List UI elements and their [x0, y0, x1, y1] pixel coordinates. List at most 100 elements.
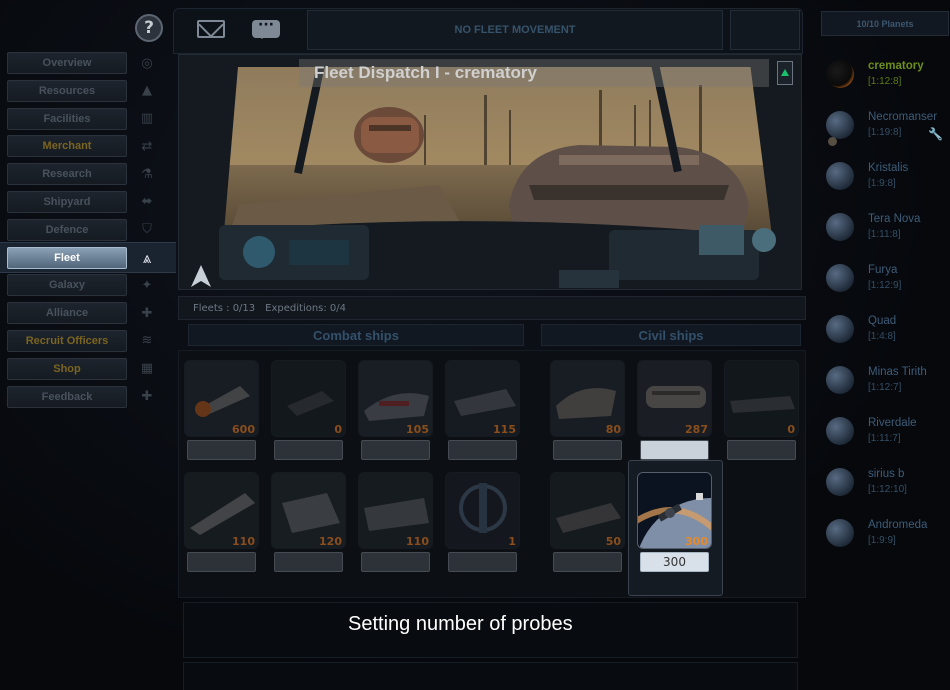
planet-name[interactable]: Necromanser	[868, 111, 937, 123]
ship-small-cargo[interactable]: 80	[550, 360, 625, 466]
fleet-movement-status[interactable]: NO FLEET MOVEMENT	[307, 10, 723, 50]
menu-item-feedback[interactable]: Feedback ✚	[0, 385, 175, 408]
feedback-icon[interactable]: ✚	[135, 386, 159, 408]
ship-quantity-input[interactable]	[448, 440, 517, 460]
planet-icon[interactable]	[826, 315, 854, 343]
planet-item-crematory[interactable]: crematory [1:12:8]	[816, 50, 950, 101]
trade-icon[interactable]: ⇄	[135, 135, 159, 157]
menu-label[interactable]: Shop	[7, 357, 127, 380]
ship-recycler[interactable]: 50	[550, 472, 625, 578]
menu-label[interactable]: Research	[7, 163, 127, 186]
planet-item-kristalis[interactable]: Kristalis [1:9:8]	[816, 152, 950, 203]
planet-icon[interactable]	[826, 162, 854, 190]
planet-icon[interactable]	[826, 213, 854, 241]
shop-icon[interactable]: ▦	[135, 358, 159, 380]
mine-icon[interactable]: ▲	[135, 80, 159, 102]
menu-label[interactable]: Defence	[7, 218, 127, 241]
envelope-icon[interactable]	[197, 20, 225, 38]
menu-item-facilities[interactable]: Facilities ▥	[0, 107, 175, 130]
planet-name[interactable]: Minas Tirith	[868, 366, 927, 378]
menu-item-overview[interactable]: Overview ◎	[0, 52, 175, 74]
menu-label[interactable]: Resources	[7, 79, 127, 102]
planet-icon[interactable]	[826, 417, 854, 445]
planet-name[interactable]: Furya	[868, 264, 897, 276]
moon-icon[interactable]	[828, 137, 837, 146]
ship-quantity-input[interactable]	[727, 440, 796, 460]
chat-bubble-icon[interactable]: ···	[252, 18, 280, 39]
planet-item-minas-tirith[interactable]: Minas Tirith [1:12:7]	[816, 356, 950, 407]
ship-deathstar[interactable]: 1	[445, 472, 520, 578]
planet-icon[interactable]	[826, 264, 854, 292]
shipyard-icon[interactable]: ⬌	[135, 191, 159, 213]
ship-bomber[interactable]: 120	[271, 472, 346, 578]
menu-label[interactable]: Merchant	[7, 135, 127, 158]
collapse-toggle-icon[interactable]	[777, 61, 793, 85]
ship-cruiser[interactable]: 105	[358, 360, 433, 466]
planet-icon[interactable]	[826, 468, 854, 496]
ship-quantity-input[interactable]	[361, 552, 430, 572]
probe-quantity-input[interactable]: 300	[640, 552, 709, 572]
planet-icon[interactable]	[826, 60, 854, 88]
planet-item-riverdale[interactable]: Riverdale [1:11:7]	[816, 407, 950, 458]
menu-item-shop[interactable]: Shop ▦	[0, 357, 175, 380]
ship-quantity-input[interactable]	[640, 440, 709, 460]
flask-icon[interactable]: ⚗	[135, 163, 159, 185]
ship-quantity-input[interactable]	[274, 440, 343, 460]
fleet-icon[interactable]: ⩓	[135, 247, 159, 269]
planet-item-sirius-b[interactable]: sirius b [1:12:10]	[816, 458, 950, 509]
planet-item-furya[interactable]: Furya [1:12:9]	[816, 254, 950, 305]
menu-label[interactable]: Feedback	[7, 385, 127, 408]
help-button[interactable]: ?	[135, 14, 163, 42]
ship-quantity-input[interactable]	[553, 440, 622, 460]
planet-item-necromanser[interactable]: Necromanser [1:19:8] 🔧	[816, 101, 950, 152]
ship-colony-ship[interactable]: 0	[724, 360, 799, 466]
menu-label[interactable]: Fleet	[7, 246, 127, 269]
menu-item-alliance[interactable]: Alliance ✚	[0, 302, 175, 325]
menu-label[interactable]: Shipyard	[7, 190, 127, 213]
menu-item-defence[interactable]: Defence ⛉	[0, 218, 175, 241]
ship-quantity-input[interactable]	[553, 552, 622, 572]
planet-name[interactable]: crematory	[868, 60, 924, 72]
menu-label[interactable]: Alliance	[7, 302, 127, 325]
menu-item-fleet[interactable]: Fleet ⩓	[0, 241, 176, 273]
planet-name[interactable]: Riverdale	[868, 417, 917, 429]
menu-label[interactable]: Recruit Officers	[7, 329, 127, 352]
menu-label[interactable]: Overview	[7, 52, 127, 74]
planet-name[interactable]: Tera Nova	[868, 213, 920, 225]
menu-label[interactable]: Galaxy	[7, 274, 127, 297]
alliance-icon[interactable]: ✚	[135, 302, 159, 324]
menu-item-galaxy[interactable]: Galaxy ✦	[0, 274, 175, 297]
planet-item-tera-nova[interactable]: Tera Nova [1:11:8]	[816, 203, 950, 254]
ship-battlecruiser[interactable]: 110	[184, 472, 259, 578]
menu-label[interactable]: Facilities	[7, 107, 127, 130]
ship-quantity-input[interactable]	[361, 440, 430, 460]
planet-name[interactable]: Kristalis	[868, 162, 908, 174]
galaxy-icon[interactable]: ✦	[135, 274, 159, 296]
planet-icon[interactable]	[826, 111, 854, 139]
ship-light-fighter[interactable]: 600	[184, 360, 259, 466]
menu-item-resources[interactable]: Resources ▲	[0, 79, 175, 102]
menu-item-recruit-officers[interactable]: Recruit Officers ≋	[0, 329, 175, 352]
ship-large-cargo[interactable]: 287	[637, 360, 712, 466]
officers-icon[interactable]: ≋	[135, 330, 159, 352]
ship-espionage-probe[interactable]: 300 300	[637, 472, 712, 578]
planet-name[interactable]: Andromeda	[868, 519, 927, 531]
planet-item-quad[interactable]: Quad [1:4:8]	[816, 305, 950, 356]
ship-battleship[interactable]: 115	[445, 360, 520, 466]
globe-icon[interactable]: ◎	[135, 52, 159, 74]
ship-quantity-input[interactable]	[187, 552, 256, 572]
planet-name[interactable]: Quad	[868, 315, 896, 327]
menu-item-research[interactable]: Research ⚗	[0, 163, 175, 186]
shield-icon[interactable]: ⛉	[135, 219, 159, 241]
ship-quantity-input[interactable]	[448, 552, 517, 572]
planet-icon[interactable]	[826, 366, 854, 394]
factory-icon[interactable]: ▥	[135, 108, 159, 130]
planet-name[interactable]: sirius b	[868, 468, 904, 480]
planet-icon[interactable]	[826, 519, 854, 547]
planet-item-andromeda[interactable]: Andromeda [1:9:9]	[816, 509, 950, 560]
ship-destroyer[interactable]: 110	[358, 472, 433, 578]
menu-item-merchant[interactable]: Merchant ⇄	[0, 135, 175, 158]
ship-quantity-input[interactable]	[274, 552, 343, 572]
ship-heavy-fighter[interactable]: 0	[271, 360, 346, 466]
menu-item-shipyard[interactable]: Shipyard ⬌	[0, 190, 175, 213]
